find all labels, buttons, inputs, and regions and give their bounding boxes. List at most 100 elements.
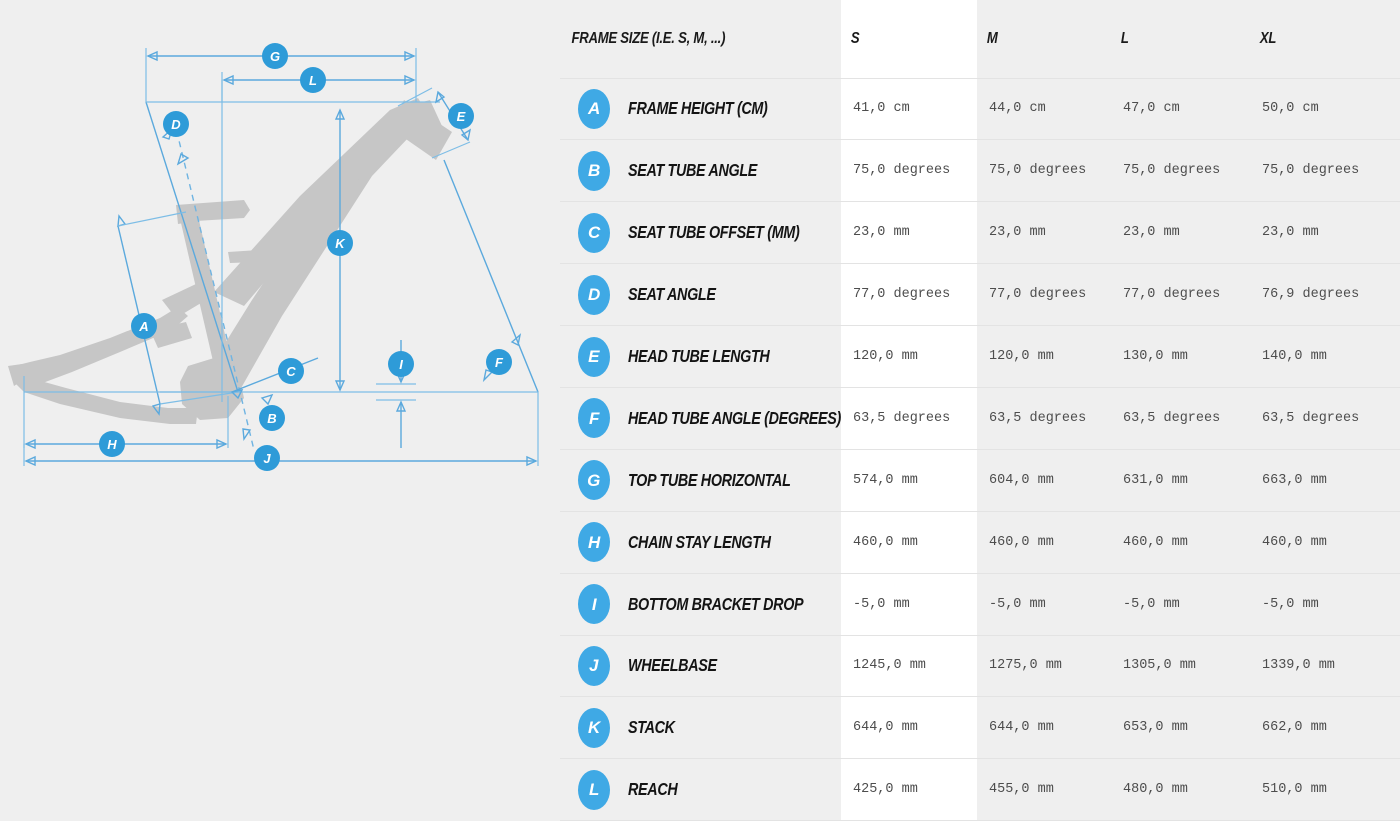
value-cell-m: 1275,0 mm	[977, 635, 1111, 698]
row-label-cell: I BOTTOM BRACKET DROP	[560, 573, 841, 636]
value-cell-m: 120,0 mm	[977, 325, 1111, 388]
value-cell-l: 460,0 mm	[1111, 511, 1250, 574]
table-row: H CHAIN STAY LENGTH 460,0 mm 460,0 mm 460,0 …	[560, 511, 1400, 574]
diagram-marker-D: D	[163, 111, 189, 137]
value-cell-m: 644,0 mm	[977, 696, 1111, 760]
value-cell-m: 455,0 mm	[977, 758, 1111, 821]
table-body: A FRAME HEIGHT (CM) 41,0 cm 44,0 cm 47,0 cm 5…	[560, 78, 1400, 821]
geometry-spec-table: FRAME SIZE (I.E. S, M, ...) S M L XL A FR…	[560, 0, 1400, 821]
row-label-wrap: I BOTTOM BRACKET DROP	[574, 584, 841, 625]
value-cell-l: 75,0 degrees	[1111, 139, 1250, 203]
table-row: F HEAD TUBE ANGLE (DEGREES) 63,5 degrees 63…	[560, 387, 1400, 450]
row-label-wrap: F HEAD TUBE ANGLE (DEGREES)	[574, 398, 841, 439]
value-cell-s: 425,0 mm	[841, 758, 977, 821]
row-label-cell: G TOP TUBE HORIZONTAL	[560, 449, 841, 512]
value-cell-xl: 23,0 mm	[1250, 201, 1400, 265]
row-badge-letter: L	[588, 780, 600, 800]
value-cell-l: 653,0 mm	[1111, 696, 1250, 760]
value-cell-l: 631,0 mm	[1111, 449, 1250, 512]
row-label-text: FRAME HEIGHT (CM)	[628, 98, 768, 119]
row-label-wrap: C SEAT TUBE OFFSET (MM)	[574, 212, 841, 253]
row-label-cell: K STACK	[560, 696, 841, 760]
row-badge-e: E	[578, 336, 610, 377]
value-cell-xl: 460,0 mm	[1250, 511, 1400, 574]
geometry-page: G L D E K A C I F B H J FRAME SIZE (I.E.…	[0, 0, 1400, 821]
value-cell-m: 44,0 cm	[977, 78, 1111, 141]
value-cell-s: 23,0 mm	[841, 201, 977, 265]
row-label-text: HEAD TUBE LENGTH	[628, 346, 770, 366]
row-badge-letter: J	[589, 656, 599, 676]
table-row: L REACH 425,0 mm 455,0 mm 480,0 mm 510,0 mm	[560, 758, 1400, 821]
row-label-wrap: A FRAME HEIGHT (CM)	[574, 88, 841, 129]
row-badge-f: F	[578, 398, 610, 439]
row-badge-a: A	[578, 88, 610, 129]
row-label-cell: F HEAD TUBE ANGLE (DEGREES)	[560, 387, 841, 450]
row-badge-letter: D	[587, 285, 601, 305]
row-label-cell: E HEAD TUBE LENGTH	[560, 325, 841, 388]
value-cell-m: 604,0 mm	[977, 449, 1111, 512]
diagram-marker-L: L	[300, 67, 326, 93]
value-cell-m: 77,0 degrees	[977, 263, 1111, 327]
value-cell-l: 130,0 mm	[1111, 325, 1250, 388]
table-row: A FRAME HEIGHT (CM) 41,0 cm 44,0 cm 47,0 cm 5…	[560, 78, 1400, 141]
diagram-marker-J: J	[254, 445, 280, 471]
value-cell-s: 1245,0 mm	[841, 635, 977, 698]
row-badge-i: I	[578, 584, 610, 625]
row-label-cell: H CHAIN STAY LENGTH	[560, 511, 841, 574]
diagram-marker-B: B	[259, 405, 285, 431]
svg-text:B: B	[267, 411, 276, 426]
svg-text:F: F	[495, 355, 504, 370]
row-label-cell: J WHEELBASE	[560, 635, 841, 698]
value-cell-l: 63,5 degrees	[1111, 387, 1250, 450]
row-label-text: TOP TUBE HORIZONTAL	[628, 469, 791, 490]
value-cell-xl: 140,0 mm	[1250, 325, 1400, 388]
svg-text:C: C	[286, 364, 296, 379]
row-badge-b: B	[578, 150, 610, 191]
row-label-text: SEAT TUBE ANGLE	[628, 160, 758, 181]
value-cell-m: -5,0 mm	[977, 573, 1111, 636]
row-label-wrap: B SEAT TUBE ANGLE	[574, 150, 841, 191]
row-badge-letter: H	[587, 532, 601, 552]
diagram-marker-E: E	[448, 103, 474, 129]
row-badge-j: J	[578, 645, 610, 686]
value-cell-l: 480,0 mm	[1111, 758, 1250, 821]
table-row: K STACK 644,0 mm 644,0 mm 653,0 mm 662,0 mm	[560, 696, 1400, 760]
row-label-text: STACK	[628, 717, 675, 738]
svg-text:E: E	[457, 109, 466, 124]
value-cell-xl: 510,0 mm	[1250, 758, 1400, 821]
row-badge-letter: G	[587, 470, 601, 490]
diagram-marker-K: K	[327, 230, 353, 256]
value-cell-s: 63,5 degrees	[841, 387, 977, 450]
value-cell-s: 574,0 mm	[841, 449, 977, 512]
frame-silhouette	[8, 98, 452, 424]
row-badge-d: D	[578, 274, 610, 315]
svg-text:L: L	[309, 73, 317, 88]
geometry-table-pane: FRAME SIZE (I.E. S, M, ...) S M L XL A FR…	[560, 0, 1400, 821]
row-badge-letter: A	[587, 99, 601, 119]
value-cell-m: 23,0 mm	[977, 201, 1111, 265]
table-row: I BOTTOM BRACKET DROP -5,0 mm -5,0 mm -5,0 m…	[560, 573, 1400, 636]
svg-text:H: H	[107, 437, 117, 452]
value-cell-s: 77,0 degrees	[841, 263, 977, 327]
value-cell-l: 77,0 degrees	[1111, 263, 1250, 327]
row-badge-h: H	[578, 522, 610, 563]
row-label-cell: D SEAT ANGLE	[560, 263, 841, 327]
value-cell-xl: 76,9 degrees	[1250, 263, 1400, 327]
value-cell-s: 41,0 cm	[841, 78, 977, 141]
value-cell-xl: 662,0 mm	[1250, 696, 1400, 760]
value-cell-xl: 50,0 cm	[1250, 78, 1400, 141]
table-row: E HEAD TUBE LENGTH 120,0 mm 120,0 mm 130,0 m…	[560, 325, 1400, 388]
value-cell-m: 460,0 mm	[977, 511, 1111, 574]
value-cell-s: 75,0 degrees	[841, 139, 977, 203]
row-badge-letter: I	[591, 594, 597, 614]
table-row: C SEAT TUBE OFFSET (MM) 23,0 mm 23,0 mm 23,0…	[560, 201, 1400, 265]
svg-text:G: G	[270, 49, 280, 64]
diagram-marker-H: H	[99, 431, 125, 457]
row-label-wrap: E HEAD TUBE LENGTH	[574, 336, 841, 377]
row-label-wrap: J WHEELBASE	[574, 645, 841, 686]
row-label-wrap: L REACH	[574, 769, 841, 810]
header-row: FRAME SIZE (I.E. S, M, ...) S M L XL	[560, 0, 1400, 79]
svg-text:J: J	[263, 451, 271, 466]
row-label-wrap: D SEAT ANGLE	[574, 274, 841, 315]
value-cell-xl: 663,0 mm	[1250, 449, 1400, 512]
